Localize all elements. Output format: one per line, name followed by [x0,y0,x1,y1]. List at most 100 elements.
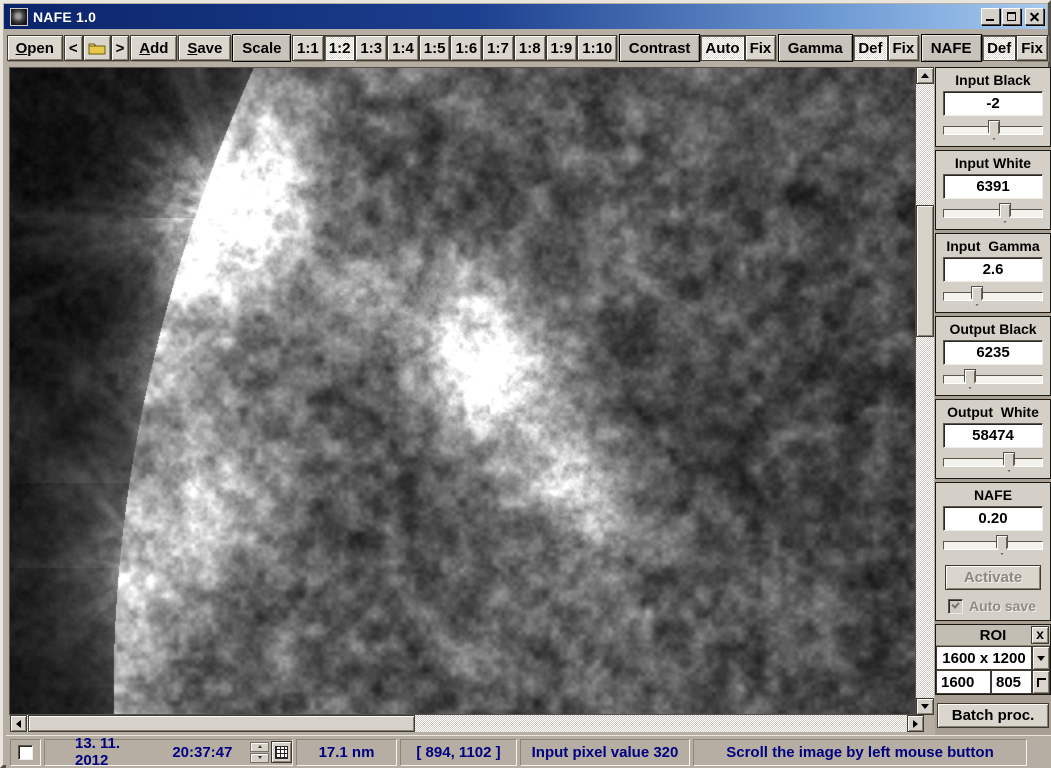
hint-text: Scroll the image by left mouse button [726,744,994,761]
slider-thumb[interactable] [1003,452,1015,472]
nafe-slider[interactable] [943,535,1043,557]
contrast-panel-label: Contrast [619,34,701,62]
output-white-label: Output White [936,403,1050,423]
open-button[interactable]: Open [7,35,63,61]
contrast-fix-button[interactable]: Fix [745,35,777,61]
window-title: NAFE 1.0 [33,9,96,25]
scroll-down-button[interactable] [916,698,934,715]
vertical-scroll-thumb[interactable] [916,205,934,337]
slider-thumb[interactable] [964,369,976,389]
chevron-down-icon [1037,656,1045,665]
prev-image-button[interactable]: < [64,35,83,61]
scale-1-1-button[interactable]: 1:1 [292,35,324,61]
slider-thumb[interactable] [988,120,1000,140]
save-button[interactable]: Save [178,35,231,61]
nafe-fix-button[interactable]: Fix [1016,35,1048,61]
time-spin-up-button[interactable] [250,742,269,752]
gamma-def-button[interactable]: Def [853,35,887,61]
calendar-grid-button[interactable] [271,741,292,763]
nafe-def-button[interactable]: Def [982,35,1016,61]
title-bar[interactable]: NAFE 1.0 [4,4,1047,29]
add-button[interactable]: Add [130,35,177,61]
status-checkbox[interactable] [18,745,33,760]
spin-up-icon [258,743,262,748]
input-gamma-label: Input Gamma [936,237,1050,257]
scale-1-5-button[interactable]: 1:5 [419,35,451,61]
input-white-field[interactable]: 6391 [943,174,1043,199]
scale-1-7-button[interactable]: 1:7 [482,35,514,61]
folder-icon [88,41,106,55]
roi-close-button[interactable]: x [1031,626,1049,644]
slider-thumb[interactable] [999,203,1011,223]
roi-header: ROI x [936,625,1050,646]
hint-panel: Scroll the image by left mouse button [693,739,1027,766]
batch-processing-button[interactable]: Batch proc. [937,703,1049,728]
toolbar: Open < > Add Save Scale 1:1 1:2 1:3 1:4 … [6,30,1048,66]
slider-track[interactable] [943,541,1043,550]
maximize-button[interactable] [1002,8,1021,25]
nafe-group: NAFE 0.20 Activate Auto save [935,482,1051,621]
date-time-panel: 13. 11. 2012 20:37:47 [44,739,293,766]
scroll-right-button[interactable] [907,715,924,732]
input-white-slider[interactable] [943,203,1043,225]
slider-thumb[interactable] [996,535,1008,555]
roi-origin-button[interactable] [1032,670,1050,694]
output-black-group: Output Black 6235 [935,316,1051,396]
slider-track[interactable] [943,458,1043,467]
input-black-field[interactable]: -2 [943,91,1043,116]
scale-1-3-button[interactable]: 1:3 [355,35,387,61]
scale-1-6-button[interactable]: 1:6 [450,35,482,61]
date-text: 13. 11. 2012 [75,735,148,768]
pixel-value-panel: Input pixel value 320 [520,739,690,766]
scale-1-10-button[interactable]: 1:10 [577,35,617,61]
nafe-label: NAFE [936,486,1050,506]
folder-button[interactable] [83,35,111,61]
contrast-auto-button[interactable]: Auto [700,35,744,61]
scale-1-9-button[interactable]: 1:9 [546,35,578,61]
output-black-field[interactable]: 6235 [943,340,1043,365]
output-black-slider[interactable] [943,369,1043,391]
input-black-group: Input Black -2 [935,67,1051,147]
input-gamma-field[interactable]: 2.6 [943,257,1043,282]
activate-button[interactable]: Activate [945,565,1041,590]
auto-save-checkbox[interactable] [948,599,963,614]
status-checkbox-panel [10,739,41,766]
solar-image[interactable] [10,68,915,714]
scale-1-8-button[interactable]: 1:8 [514,35,546,61]
arrow-down-icon [921,704,929,713]
status-bar: 13. 11. 2012 20:37:47 17.1 nm [ 894, 110… [6,735,1051,768]
coordinates-panel: [ 894, 1102 ] [400,739,517,766]
roi-size-select[interactable]: 1600 x 1200 [936,646,1032,670]
roi-x-field[interactable]: 1600 [936,670,991,694]
next-image-button[interactable]: > [111,35,130,61]
minimize-button[interactable] [981,8,1000,25]
vertical-scrollbar[interactable] [916,67,934,715]
slider-track[interactable] [943,209,1043,218]
scroll-up-button[interactable] [916,67,934,84]
close-button[interactable] [1025,8,1044,25]
auto-save-label: Auto save [969,598,1036,614]
roi-size-dropdown-button[interactable] [1032,646,1050,670]
slider-track[interactable] [943,292,1043,301]
scroll-left-button[interactable] [10,715,27,732]
output-white-slider[interactable] [943,452,1043,474]
output-white-field[interactable]: 58474 [943,423,1043,448]
slider-track[interactable] [943,375,1043,384]
roi-y-field[interactable]: 805 [991,670,1032,694]
time-spin-down-button[interactable] [250,753,269,763]
sun-image-icon [10,8,28,26]
input-black-slider[interactable] [943,120,1043,142]
scale-1-4-button[interactable]: 1:4 [387,35,419,61]
horizontal-scroll-thumb[interactable] [28,715,415,732]
horizontal-scrollbar[interactable] [10,715,924,732]
input-gamma-slider[interactable] [943,286,1043,308]
scale-1-2-button[interactable]: 1:2 [324,35,356,61]
nafe-field[interactable]: 0.20 [943,506,1043,531]
wavelength-panel: 17.1 nm [296,739,397,766]
input-white-group: Input White 6391 [935,150,1051,230]
slider-thumb[interactable] [971,286,983,306]
roi-title: ROI [980,627,1007,644]
gamma-fix-button[interactable]: Fix [888,35,920,61]
maximize-icon [1007,12,1016,21]
pixel-value-text: Input pixel value 320 [532,744,679,761]
